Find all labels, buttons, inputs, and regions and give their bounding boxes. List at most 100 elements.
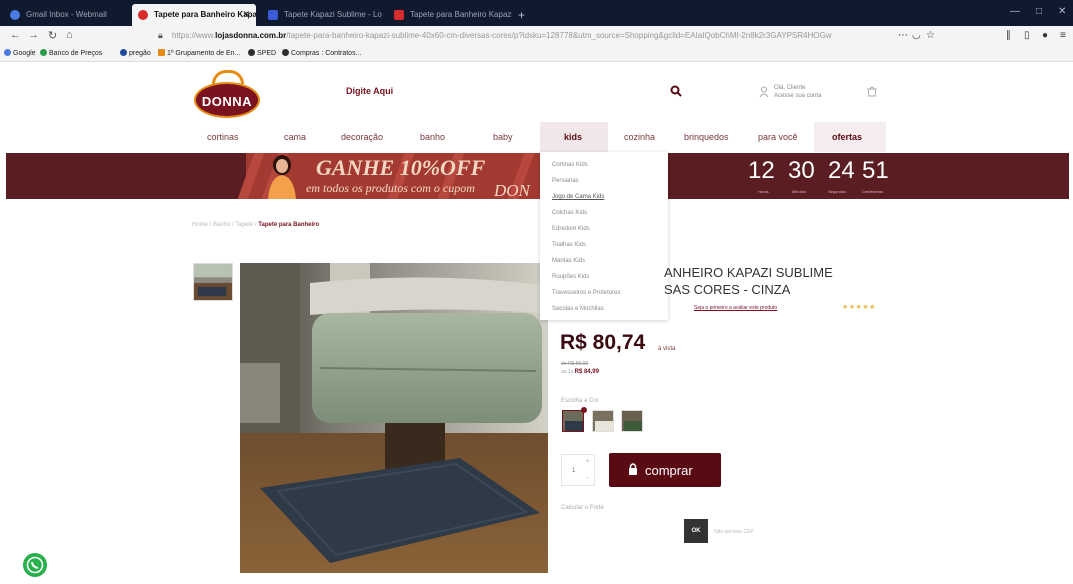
bookmark-star-icon[interactable]: ☆ [926, 30, 935, 41]
shipping-ok-button[interactable]: OK [684, 519, 708, 543]
countdown-label: Horas [758, 189, 769, 194]
product-price: R$ 80,74 [560, 331, 646, 354]
countdown-centiseconds: 51 [862, 157, 889, 184]
dropdown-item[interactable]: Colchas Kids [552, 210, 587, 216]
breadcrumb: Home / Banho / Tapete / Tapete para Banh… [192, 222, 319, 228]
menu-item-cama[interactable]: cama [284, 132, 306, 142]
pocket-icon[interactable]: ◡ [912, 30, 921, 41]
dropdown-item[interactable]: Roupões Kids [552, 274, 589, 280]
countdown-seconds: 24 [828, 157, 855, 184]
swatch-image [563, 411, 583, 431]
sidebar-icon[interactable]: ▯ [1024, 30, 1030, 41]
color-swatch[interactable] [621, 410, 643, 432]
store-favicon-icon [394, 10, 404, 20]
menu-item-brinquedos[interactable]: brinquedos [684, 132, 729, 142]
address-bar[interactable]: 🔒︎ https://www.lojasdonna.com.br/tapete-… [150, 29, 910, 43]
swatch-image [593, 411, 613, 431]
banner-model-image [268, 155, 296, 199]
whatsapp-icon[interactable] [22, 552, 48, 578]
search-input[interactable]: Digite Aqui [346, 86, 393, 96]
menu-item-baby[interactable]: baby [493, 132, 513, 142]
menu-hamburger-icon[interactable]: ≡ [1060, 30, 1066, 41]
user-icon[interactable] [759, 86, 769, 98]
countdown-hours: 12 [748, 157, 775, 184]
menu-item-para-voce[interactable]: para você [758, 132, 798, 142]
buy-button[interactable]: comprar [609, 453, 721, 487]
swatch-image [622, 411, 642, 431]
bookmark-item[interactable]: 1º Grupamento de En... [158, 49, 240, 57]
bookmark-item[interactable]: Google [4, 49, 36, 57]
browser-tab-1[interactable]: Gmail Inbox - Webmail [4, 4, 128, 26]
color-swatch[interactable] [592, 410, 614, 432]
breadcrumb-current: Tapete para Banheiro [258, 222, 320, 228]
bookmark-item[interactable]: pregão [120, 49, 151, 57]
dropdown-item[interactable]: Persianas [552, 178, 579, 184]
bookmark-item[interactable]: Compras : Contratos... [282, 49, 361, 57]
browser-tab-2-active[interactable]: Tapete para Banheiro Kapazi ✕ [132, 4, 256, 26]
maximize-icon[interactable]: □ [1036, 6, 1042, 17]
menu-item-decoracao[interactable]: decoração [341, 132, 383, 142]
menu-item-kids[interactable]: kids [564, 132, 582, 142]
browser-tab-4[interactable]: Tapete para Banheiro Kapazi [388, 4, 512, 26]
minimize-icon[interactable]: — [1010, 6, 1020, 17]
url-protocol: https://www. [172, 31, 216, 40]
product-main-image[interactable] [240, 263, 548, 573]
bookmark-item[interactable]: Banco de Preços [40, 49, 102, 57]
dropdown-item[interactable]: Toalhas Kids [552, 242, 586, 248]
bookmark-item[interactable]: SPED [248, 49, 276, 57]
dropdown-item[interactable]: Travesseiros e Protetores [552, 290, 620, 296]
home-icon[interactable]: ⌂ [66, 29, 73, 41]
search-icon[interactable] [670, 85, 682, 97]
gmail-favicon-icon [10, 10, 20, 20]
decrease-icon[interactable]: - [586, 475, 588, 481]
banner-brand: DON [494, 181, 530, 199]
new-tab-button[interactable]: + [518, 8, 525, 22]
close-window-icon[interactable]: ✕ [1058, 6, 1066, 17]
rating-stars: ★★★★★ [842, 304, 876, 311]
countdown-label: Segundos [828, 189, 847, 194]
browser-tab-bar: Gmail Inbox - Webmail Tapete para Banhei… [0, 0, 1073, 26]
dropdown-item-hovered[interactable]: Jogo de Cama Kids [552, 194, 604, 200]
account-icon[interactable]: ● [1042, 30, 1048, 41]
kids-dropdown-menu: Cortinas Kids Persianas Jogo de Cama Kid… [540, 152, 668, 320]
page-favicon-icon [268, 10, 278, 20]
product-thumbnail[interactable] [193, 263, 233, 301]
installments: ou 1x R$ 84,99 [561, 369, 599, 375]
installments-value: R$ 84,99 [574, 369, 599, 375]
increase-icon[interactable]: + [586, 459, 590, 465]
bookmark-icon [282, 49, 289, 56]
dropdown-item[interactable]: Cortinas Kids [552, 162, 588, 168]
menu-item-cortinas[interactable]: cortinas [207, 132, 239, 142]
color-swatch-cinza[interactable] [562, 410, 584, 432]
countdown-label: Minutos [792, 189, 807, 194]
library-icon[interactable]: ∥ [1006, 30, 1011, 41]
quantity-stepper[interactable]: 1 + - [561, 454, 595, 486]
shopping-bag-icon[interactable] [866, 85, 878, 97]
countdown-minutes: 30 [788, 157, 815, 184]
menu-item-ofertas[interactable]: ofertas [832, 132, 862, 142]
bookmark-icon [120, 49, 127, 56]
logo-text: DONNA [194, 82, 260, 118]
page-actions-icon[interactable]: ⋯ [898, 30, 908, 41]
url-domain: lojasdonna.com.br [215, 31, 287, 40]
unknown-cep-link[interactable]: Não sei meu CEP [714, 529, 754, 535]
menu-item-banho[interactable]: banho [420, 132, 445, 142]
menu-item-cozinha[interactable]: cozinha [624, 132, 655, 142]
account-greeting: Olá, Cliente [774, 85, 806, 91]
promo-banner[interactable]: GANHE 10%OFF em todos os produtos com o … [6, 153, 1069, 199]
dropdown-item[interactable]: Sacolas e Mochilas [552, 306, 604, 312]
browser-tab-3[interactable]: Tapete Kapazi Sublime - Loja [262, 4, 382, 26]
dropdown-item[interactable]: Edredom Kids [552, 226, 590, 232]
banner-subline: em todos os produtos com o cupom [306, 181, 475, 195]
breadcrumb-path[interactable]: Home / Banho / Tapete / [192, 222, 257, 228]
account-link[interactable]: Olá, Cliente Acesse sua conta [774, 84, 821, 100]
back-arrow-icon[interactable]: ← [10, 29, 21, 41]
dropdown-item[interactable]: Mantas Kids [552, 258, 585, 264]
forward-arrow-icon[interactable]: → [28, 29, 39, 41]
review-link[interactable]: Seja o primeiro a avaliar este produto [694, 305, 777, 311]
tab-label: Gmail Inbox - Webmail [26, 10, 107, 19]
reload-icon[interactable]: ↻ [48, 29, 57, 42]
store-logo[interactable]: DONNA [192, 70, 264, 120]
installments-prefix: ou 1x [561, 369, 574, 375]
close-tab-icon[interactable]: ✕ [242, 9, 250, 20]
